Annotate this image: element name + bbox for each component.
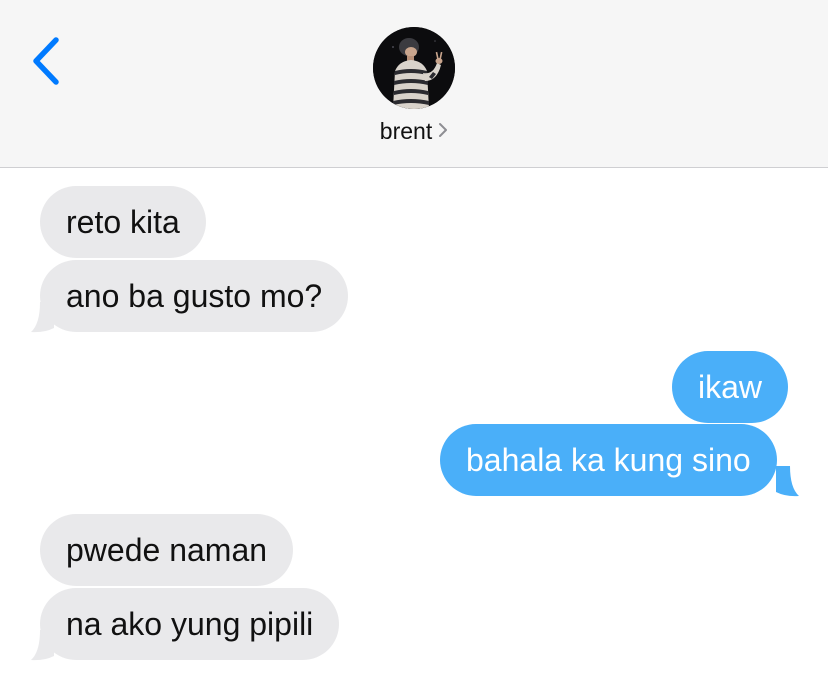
avatar-photo <box>373 27 455 109</box>
outgoing-bubble-tail <box>776 466 799 497</box>
incoming-message-bubble[interactable]: reto kita <box>40 186 206 258</box>
incoming-bubble-tail <box>31 630 54 661</box>
avatar[interactable] <box>373 27 455 109</box>
message-text: reto kita <box>66 204 180 240</box>
incoming-bubble-tail <box>31 302 54 333</box>
chevron-left-icon <box>33 37 59 85</box>
message-text: na ako yung pipili <box>66 606 314 642</box>
incoming-message-bubble[interactable]: na ako yung pipili <box>40 588 340 660</box>
outgoing-message-bubble[interactable]: bahala ka kung sino <box>440 424 777 496</box>
conversation-header: brent <box>0 0 828 168</box>
incoming-message-bubble[interactable]: ano ba gusto mo? <box>40 260 349 332</box>
outgoing-message-bubble[interactable]: ikaw <box>672 351 789 423</box>
message-text: ikaw <box>698 369 763 405</box>
contact-name-button[interactable]: brent <box>0 117 828 145</box>
message-text: pwede naman <box>66 532 268 568</box>
back-button[interactable] <box>24 34 74 90</box>
incoming-message-bubble[interactable]: pwede naman <box>40 514 294 586</box>
chevron-right-icon <box>438 117 448 144</box>
contact-name: brent <box>379 118 433 144</box>
message-text: bahala ka kung sino <box>466 442 751 478</box>
imessage-conversation-screen: brent reto kita ano ba gusto mo? ikaw ba… <box>0 0 828 679</box>
message-text: ano ba gusto mo? <box>66 278 323 314</box>
